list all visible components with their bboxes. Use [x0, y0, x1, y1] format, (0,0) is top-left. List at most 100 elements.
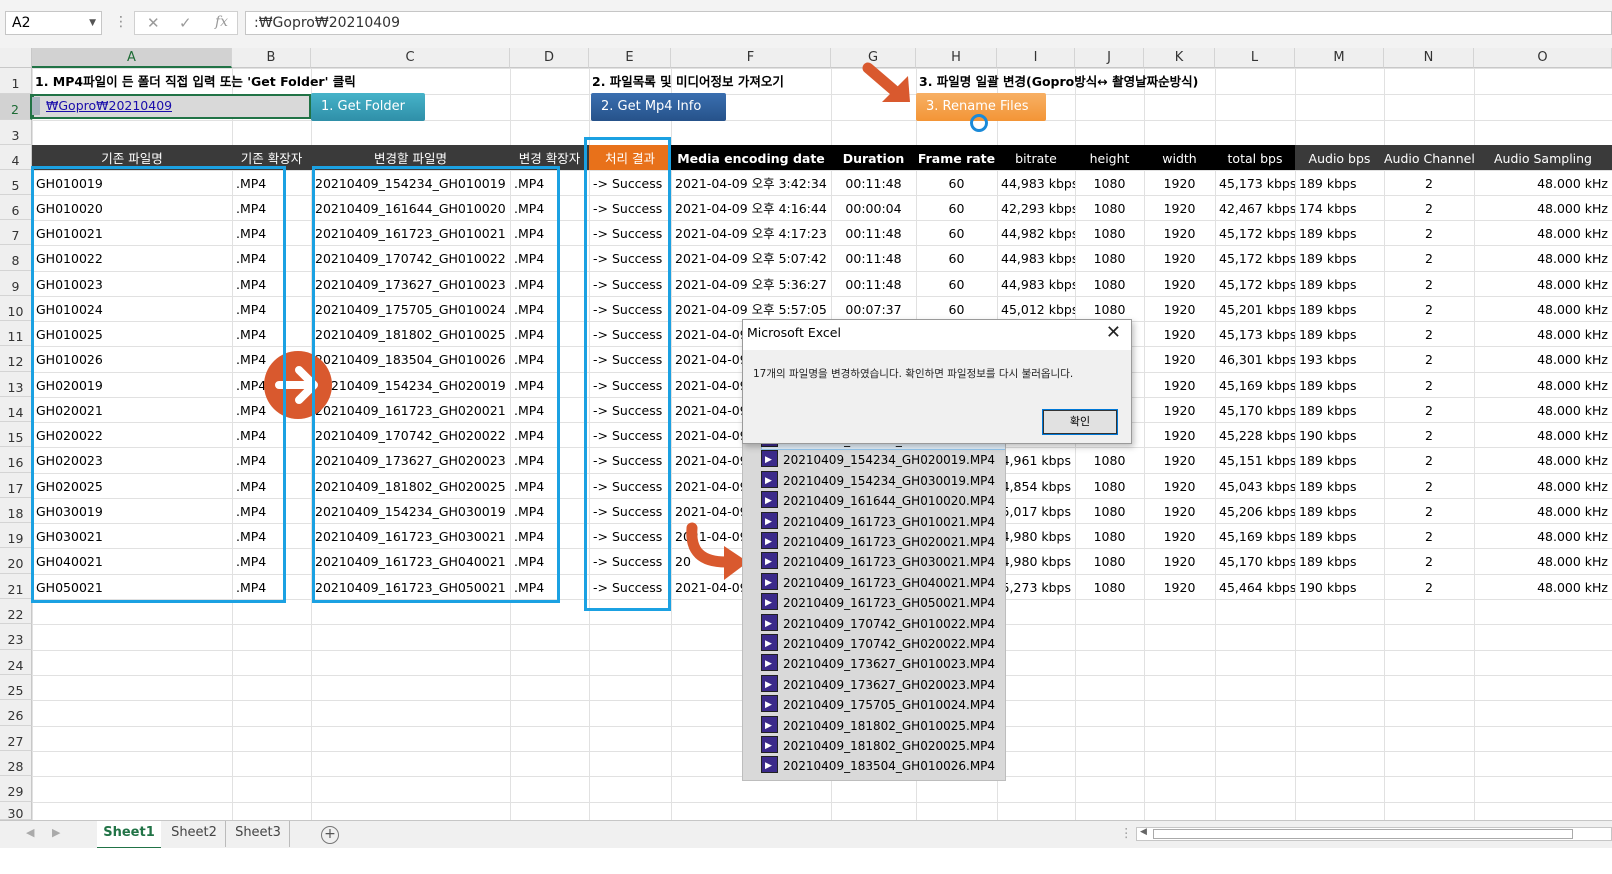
table-cell[interactable]: 00:11:48	[831, 170, 916, 195]
table-cell[interactable]: 1920	[1144, 523, 1215, 548]
table-cell[interactable]: 48.000 kHz	[1474, 574, 1612, 599]
table-cell[interactable]: 189 kbps	[1295, 321, 1384, 346]
tab-scroll-right-icon[interactable]: ▶	[52, 826, 60, 839]
row-header[interactable]: 24	[0, 650, 32, 675]
table-cell[interactable]: 48.000 kHz	[1474, 447, 1612, 473]
table-cell[interactable]: 60	[916, 296, 997, 321]
table-cell[interactable]: 48.000 kHz	[1474, 195, 1612, 220]
row-header[interactable]: 13	[0, 372, 32, 397]
table-cell[interactable]: 42,293 kbps	[997, 195, 1075, 220]
table-cell[interactable]: 00:00:04	[831, 195, 916, 220]
add-sheet-icon[interactable]: +	[321, 826, 339, 844]
table-cell[interactable]: 2	[1384, 346, 1474, 372]
table-cell[interactable]: 1080	[1075, 296, 1144, 321]
table-cell[interactable]: 2	[1384, 170, 1474, 195]
table-cell[interactable]: 44,983 kbps	[997, 245, 1075, 271]
table-cell[interactable]: 1080	[1075, 195, 1144, 220]
table-cell[interactable]: 48.000 kHz	[1474, 422, 1612, 447]
tab-sheet1[interactable]: Sheet1	[97, 821, 161, 850]
row-header[interactable]: 17	[0, 473, 32, 498]
table-cell[interactable]: 1920	[1144, 574, 1215, 599]
table-cell[interactable]: 2	[1384, 220, 1474, 245]
file-item[interactable]: 20210409_161723_GH010021.MP4	[761, 511, 995, 532]
table-cell[interactable]: 48.000 kHz	[1474, 346, 1612, 372]
scroll-left-icon[interactable]: ◀	[1140, 827, 1147, 837]
row-header[interactable]: 4	[0, 145, 32, 170]
column-header[interactable]: B	[232, 48, 311, 68]
fx-icon[interactable]: fx	[215, 14, 228, 30]
table-cell[interactable]: 174 kbps	[1295, 195, 1384, 220]
table-cell[interactable]: 2021-04-09 오후 3:42:34	[671, 170, 831, 195]
file-item[interactable]: 20210409_181802_GH020025.MP4	[761, 736, 995, 756]
table-cell[interactable]: 48.000 kHz	[1474, 271, 1612, 296]
row-header[interactable]: 25	[0, 675, 32, 700]
cancel-icon[interactable]: ✕	[147, 14, 160, 32]
file-item[interactable]: 20210409_161723_GH020021.MP4	[761, 532, 995, 552]
split-handle-icon[interactable]: ⋮	[1120, 825, 1133, 840]
table-cell[interactable]: 1080	[1075, 498, 1144, 523]
table-cell[interactable]: 189 kbps	[1295, 447, 1384, 473]
table-cell[interactable]: 60	[916, 195, 997, 220]
row-header[interactable]: 9	[0, 271, 32, 296]
table-cell[interactable]: 1920	[1144, 346, 1215, 372]
column-header[interactable]: D	[510, 48, 589, 68]
table-cell[interactable]: 45,172 kbps	[1215, 271, 1295, 296]
table-cell[interactable]: 4,980 kbps	[997, 523, 1075, 548]
row-header[interactable]: 22	[0, 599, 32, 624]
table-cell[interactable]: 189 kbps	[1295, 523, 1384, 548]
table-cell[interactable]: 2	[1384, 321, 1474, 346]
table-cell[interactable]: 42,467 kbps	[1215, 195, 1295, 220]
table-cell[interactable]: 1920	[1144, 296, 1215, 321]
column-header[interactable]: J	[1075, 48, 1144, 68]
table-cell[interactable]: 48.000 kHz	[1474, 220, 1612, 245]
table-cell[interactable]: 45,228 kbps	[1215, 422, 1295, 447]
table-cell[interactable]: 4,980 kbps	[997, 548, 1075, 574]
column-header[interactable]: H	[916, 48, 997, 68]
column-header[interactable]: M	[1295, 48, 1384, 68]
table-cell[interactable]: 193 kbps	[1295, 346, 1384, 372]
get-folder-button[interactable]: 1. Get Folder	[311, 93, 425, 121]
file-item[interactable]: 20210409_161723_GH030021.MP4	[761, 552, 995, 572]
column-header[interactable]: E	[589, 48, 671, 68]
table-cell[interactable]: 45,201 kbps	[1215, 296, 1295, 321]
table-cell[interactable]: 1920	[1144, 195, 1215, 220]
row-header[interactable]: 11	[0, 321, 32, 346]
row-header[interactable]: 10	[0, 296, 32, 321]
table-cell[interactable]: 48.000 kHz	[1474, 245, 1612, 271]
table-cell[interactable]: 00:11:48	[831, 271, 916, 296]
table-cell[interactable]: 48.000 kHz	[1474, 372, 1612, 397]
row-header[interactable]: 15	[0, 422, 32, 447]
ok-button[interactable]: 확인	[1042, 409, 1118, 435]
row-header[interactable]: 29	[0, 776, 32, 802]
row-header[interactable]: 23	[0, 624, 32, 650]
table-cell[interactable]: 1080	[1075, 473, 1144, 498]
table-cell[interactable]: 45,172 kbps	[1215, 220, 1295, 245]
table-cell[interactable]: 2	[1384, 195, 1474, 220]
table-cell[interactable]: 189 kbps	[1295, 498, 1384, 523]
table-cell[interactable]: 189 kbps	[1295, 170, 1384, 195]
table-cell[interactable]: 45,151 kbps	[1215, 447, 1295, 473]
column-header[interactable]: C	[311, 48, 510, 68]
table-cell[interactable]: 1080	[1075, 220, 1144, 245]
table-cell[interactable]: 4,854 kbps	[997, 473, 1075, 498]
row-header[interactable]: 20	[0, 548, 32, 574]
column-header[interactable]: A	[32, 48, 232, 68]
get-mp4-info-button[interactable]: 2. Get Mp4 Info	[591, 93, 726, 121]
column-header[interactable]: F	[671, 48, 831, 68]
table-cell[interactable]: 48.000 kHz	[1474, 498, 1612, 523]
table-cell[interactable]: 2	[1384, 372, 1474, 397]
table-cell[interactable]: 1920	[1144, 397, 1215, 422]
column-header[interactable]: L	[1215, 48, 1295, 68]
table-cell[interactable]: 2	[1384, 296, 1474, 321]
file-item[interactable]: 20210409_161644_GH010020.MP4	[761, 491, 995, 511]
table-cell[interactable]: 2021-04-09 오후 4:17:23	[671, 220, 831, 245]
table-cell[interactable]: 48.000 kHz	[1474, 170, 1612, 195]
table-cell[interactable]: 48.000 kHz	[1474, 321, 1612, 346]
formula-input[interactable]: :₩Gopro₩20210409	[245, 11, 1612, 35]
column-header[interactable]: I	[997, 48, 1075, 68]
table-cell[interactable]: 1080	[1075, 574, 1144, 599]
table-cell[interactable]: 2	[1384, 498, 1474, 523]
select-all-corner[interactable]	[0, 48, 32, 68]
table-cell[interactable]: 1080	[1075, 245, 1144, 271]
file-item[interactable]: 20210409_170742_GH010022.MP4	[761, 613, 995, 634]
